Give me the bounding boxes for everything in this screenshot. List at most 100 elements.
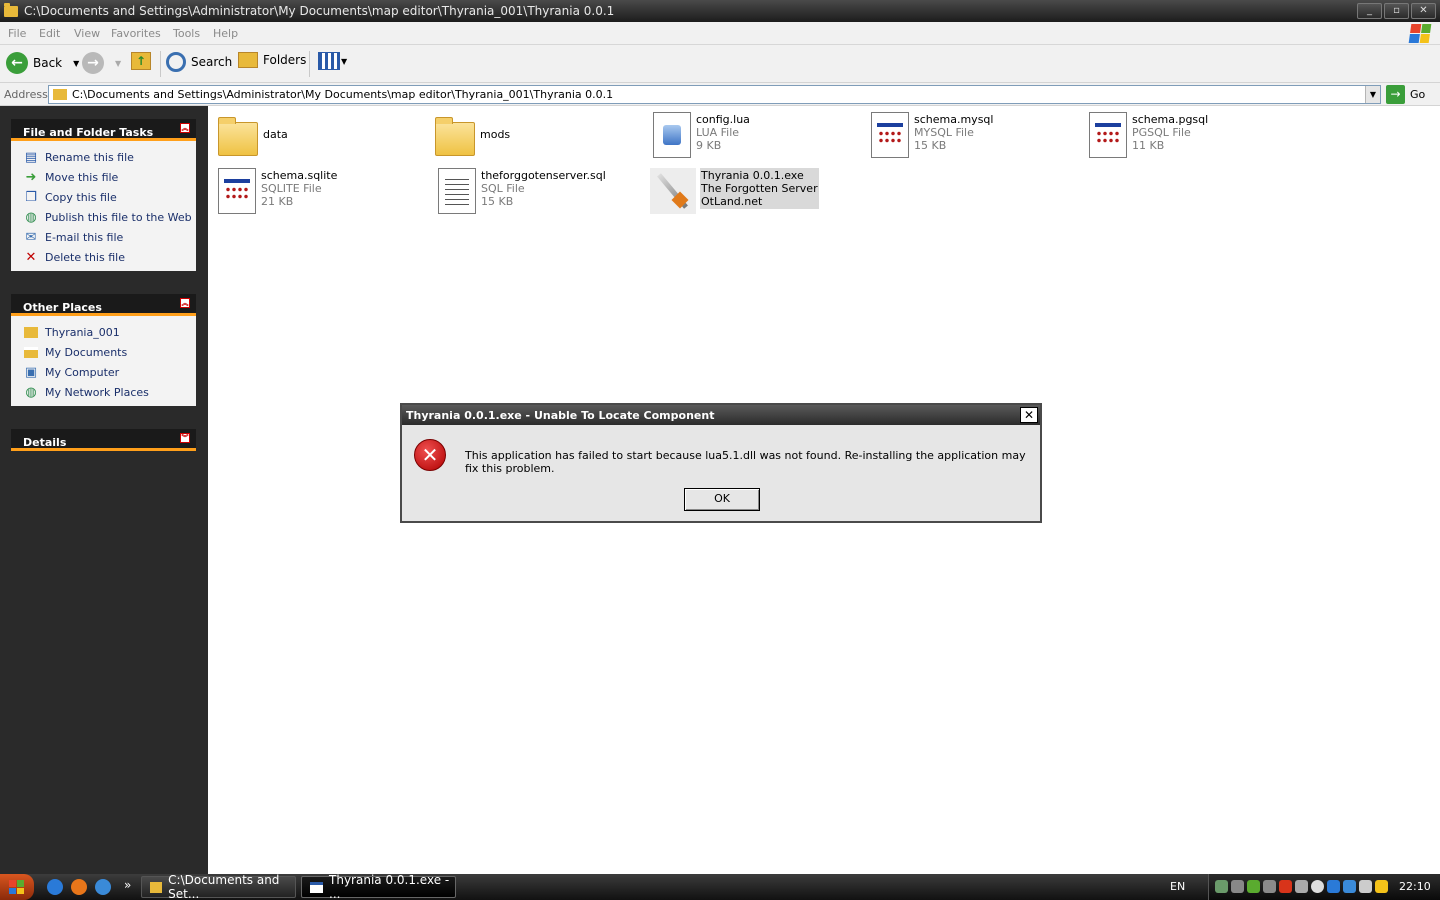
task-label: E-mail this file bbox=[45, 230, 124, 244]
taskbar-item-explorer[interactable]: C:\Documents and Set... bbox=[141, 873, 296, 900]
place-my-network-places[interactable]: ◍ My Network Places bbox=[23, 382, 196, 402]
my-documents-icon bbox=[23, 344, 39, 360]
file-item[interactable]: theforggotenserver.sql SQL File 15 KB bbox=[438, 168, 607, 214]
file-name: schema.sqlite bbox=[261, 169, 338, 182]
firefox-icon[interactable] bbox=[71, 879, 87, 895]
task-delete[interactable]: ✕ Delete this file bbox=[23, 247, 196, 267]
file-name: schema.pgsql bbox=[1132, 113, 1209, 126]
menu-help[interactable]: Help bbox=[213, 27, 238, 40]
volume-icon[interactable] bbox=[1295, 880, 1308, 893]
tray-icon[interactable] bbox=[1359, 880, 1372, 893]
tray-icon[interactable] bbox=[1231, 880, 1244, 893]
up-folder-button[interactable]: ↑ bbox=[131, 52, 151, 70]
generic-file-icon bbox=[871, 112, 909, 158]
file-item[interactable]: mods bbox=[435, 116, 511, 156]
file-item-selected[interactable]: Thyrania 0.0.1.exe The Forgotten Server … bbox=[650, 168, 819, 214]
views-dropdown-icon[interactable]: ▼ bbox=[341, 57, 347, 66]
delete-icon: ✕ bbox=[25, 249, 37, 265]
file-item[interactable]: schema.mysql MYSQL File 15 KB bbox=[871, 112, 994, 158]
file-folder-tasks-header[interactable]: File and Folder Tasks ︽ bbox=[11, 119, 196, 141]
place-label: Thyrania_001 bbox=[45, 325, 120, 339]
task-copy[interactable]: ❐ Copy this file bbox=[23, 187, 196, 207]
clock[interactable]: 22:10 bbox=[1399, 880, 1431, 893]
menu-file[interactable]: File bbox=[8, 27, 26, 40]
file-item[interactable]: schema.sqlite SQLITE File 21 KB bbox=[218, 168, 338, 214]
file-item[interactable]: schema.pgsql PGSQL File 11 KB bbox=[1089, 112, 1209, 158]
place-label: My Network Places bbox=[45, 385, 149, 399]
tray-icon[interactable] bbox=[1343, 880, 1356, 893]
language-indicator[interactable]: EN bbox=[1170, 880, 1185, 893]
address-dropdown-icon[interactable]: ▼ bbox=[1365, 86, 1380, 103]
menu-edit[interactable]: Edit bbox=[39, 27, 60, 40]
place-thyrania-001[interactable]: Thyrania_001 bbox=[23, 322, 196, 342]
title-bar: C:\Documents and Settings\Administrator\… bbox=[0, 0, 1440, 22]
go-label: Go bbox=[1410, 88, 1426, 101]
text-file-icon bbox=[438, 168, 476, 214]
taskbar-item-dialog[interactable]: Thyrania 0.0.1.exe - ... bbox=[301, 873, 456, 900]
details-header[interactable]: Details ︾ bbox=[11, 429, 196, 451]
file-type: SQL File bbox=[481, 182, 525, 195]
views-button[interactable]: ▼ bbox=[318, 52, 347, 70]
generic-file-icon bbox=[1089, 112, 1127, 158]
place-my-computer[interactable]: ▣ My Computer bbox=[23, 362, 196, 382]
file-folder-tasks-panel: File and Folder Tasks ︽ ▤ Rename this fi… bbox=[11, 119, 196, 271]
search-button[interactable]: Search bbox=[166, 52, 232, 72]
place-my-documents[interactable]: My Documents bbox=[23, 342, 196, 362]
expand-icon[interactable]: ︾ bbox=[180, 433, 190, 443]
tray-icon[interactable] bbox=[1327, 880, 1340, 893]
other-places-header[interactable]: Other Places ︽ bbox=[11, 294, 196, 316]
forward-button[interactable]: → ▼ bbox=[82, 52, 121, 74]
file-type: SQLITE File bbox=[261, 182, 322, 195]
panel-title: File and Folder Tasks bbox=[23, 126, 154, 139]
tray-icon[interactable] bbox=[1247, 880, 1260, 893]
folders-button[interactable]: Folders bbox=[238, 52, 306, 68]
generic-file-icon bbox=[218, 168, 256, 214]
file-size: 9 KB bbox=[696, 139, 722, 152]
tray-icon[interactable] bbox=[1375, 880, 1388, 893]
file-size: 21 KB bbox=[261, 195, 294, 208]
maximize-button[interactable]: ▫ bbox=[1384, 3, 1409, 19]
collapse-icon[interactable]: ︽ bbox=[180, 298, 190, 308]
task-label: Move this file bbox=[45, 170, 119, 184]
ok-button[interactable]: OK bbox=[684, 488, 760, 511]
collapse-icon[interactable]: ︽ bbox=[180, 123, 190, 133]
task-email[interactable]: ✉ E-mail this file bbox=[23, 227, 196, 247]
forward-dropdown-icon[interactable]: ▼ bbox=[115, 59, 121, 68]
task-rename[interactable]: ▤ Rename this file bbox=[23, 147, 196, 167]
start-button[interactable] bbox=[0, 874, 34, 900]
task-publish[interactable]: ◍ Publish this file to the Web bbox=[23, 207, 196, 227]
tray-icon[interactable] bbox=[1311, 880, 1324, 893]
menu-tools[interactable]: Tools bbox=[173, 27, 200, 40]
folder-icon bbox=[435, 117, 475, 156]
system-tray: 22:10 bbox=[1208, 874, 1440, 900]
go-button[interactable]: → Go bbox=[1386, 85, 1425, 104]
file-company: OtLand.net bbox=[701, 195, 763, 208]
task-move[interactable]: ➜ Move this file bbox=[23, 167, 196, 187]
back-dropdown-icon[interactable]: ▼ bbox=[73, 59, 79, 68]
minimize-button[interactable]: _ bbox=[1357, 3, 1382, 19]
browser-icon[interactable] bbox=[95, 879, 111, 895]
folder-icon bbox=[218, 117, 258, 156]
file-size: 15 KB bbox=[914, 139, 947, 152]
menu-favorites[interactable]: Favorites bbox=[111, 27, 161, 40]
close-button[interactable]: ✕ bbox=[1411, 3, 1436, 19]
menu-view[interactable]: View bbox=[74, 27, 100, 40]
back-button[interactable]: ← Back ▼ bbox=[6, 52, 79, 74]
file-item[interactable]: data bbox=[218, 116, 289, 156]
tray-icon[interactable] bbox=[1279, 880, 1292, 893]
folder-icon bbox=[53, 89, 67, 100]
windows-logo-icon bbox=[1408, 24, 1432, 43]
internet-explorer-icon[interactable] bbox=[47, 879, 63, 895]
taskbar-item-label: C:\Documents and Set... bbox=[168, 873, 280, 900]
quicklaunch-more-icon[interactable]: » bbox=[124, 878, 131, 892]
file-type: PGSQL File bbox=[1132, 126, 1191, 139]
dialog-close-button[interactable]: ✕ bbox=[1020, 407, 1038, 423]
file-type: MYSQL File bbox=[914, 126, 974, 139]
tray-icon[interactable] bbox=[1263, 880, 1276, 893]
file-item[interactable]: config.lua LUA File 9 KB bbox=[653, 112, 751, 158]
folders-icon bbox=[238, 52, 258, 68]
network-tray-icon[interactable] bbox=[1215, 880, 1228, 893]
file-description: The Forgotten Server bbox=[701, 182, 818, 195]
lua-file-icon bbox=[653, 112, 691, 158]
address-input[interactable]: C:\Documents and Settings\Administrator\… bbox=[48, 85, 1381, 104]
